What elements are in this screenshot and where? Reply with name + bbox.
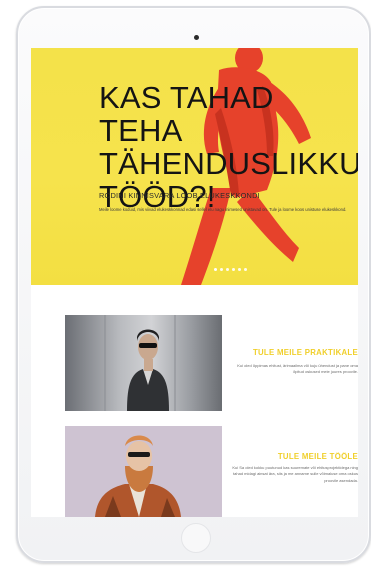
tablet-mockup: KAS TAHAD TEHA TÄHENDUSLIKKU TÖÖD?! RODI… xyxy=(0,0,371,567)
carousel-dot-5[interactable] xyxy=(238,268,241,271)
carousel-dots xyxy=(214,268,247,273)
hero-body: Meile loome koduid, mis viivad elukeskko… xyxy=(99,207,347,212)
camera-icon xyxy=(194,35,199,40)
promo-photo-bearded-man xyxy=(65,426,222,517)
carousel-dot-1[interactable] xyxy=(214,268,217,271)
hero-subtitle: RODINI KINNISVARA LOOB ELUKESKKONDI xyxy=(99,191,260,200)
promo-1-text: Kui oled õppimas ehitust, ärimaailma või… xyxy=(237,363,358,375)
promo-photo-suit-man xyxy=(65,315,222,411)
carousel-dot-6[interactable] xyxy=(244,268,247,271)
hero-banner: KAS TAHAD TEHA TÄHENDUSLIKKU TÖÖD?! RODI… xyxy=(31,48,358,285)
promo-2-title[interactable]: TULE MEILE TÖÖLE xyxy=(227,452,358,461)
home-button[interactable] xyxy=(181,523,211,553)
promo-2-text: Kui Sa oled kokku puutunud kas suuremate… xyxy=(232,465,358,483)
carousel-dot-2[interactable] xyxy=(220,268,223,271)
carousel-dot-4[interactable] xyxy=(232,268,235,271)
carousel-dot-3[interactable] xyxy=(226,268,229,271)
promo-1-title[interactable]: TULE MEILE PRAKTIKALE xyxy=(227,348,358,357)
tablet-screen: KAS TAHAD TEHA TÄHENDUSLIKKU TÖÖD?! RODI… xyxy=(31,48,358,517)
